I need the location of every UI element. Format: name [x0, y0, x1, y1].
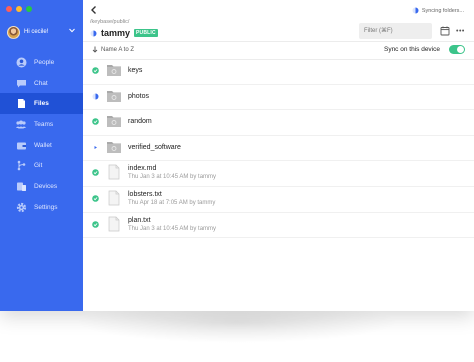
file-meta: Thu Jan 3 at 10:45 AM by tammy: [128, 225, 217, 232]
sync-toggle[interactable]: [449, 45, 465, 54]
sidebar-item-label: Git: [34, 162, 43, 170]
syncing-status-icon: [90, 30, 97, 36]
back-arrow-icon[interactable]: [89, 5, 99, 15]
breadcrumb-keybase[interactable]: /keybase: [90, 19, 112, 25]
files-icon: [15, 98, 27, 110]
app-window: Hi cecile! People Chat Files Teams Walle…: [0, 0, 474, 311]
sort-button[interactable]: Name A to Z: [92, 46, 134, 53]
page-title: tammy: [101, 28, 131, 38]
file-name: index.md: [128, 165, 157, 173]
git-icon: [15, 160, 27, 172]
list-item[interactable]: verified_software: [83, 136, 474, 162]
syncing-icon: [92, 93, 99, 100]
breadcrumb: /keybase/public/: [90, 19, 129, 25]
list-item[interactable]: keys: [83, 59, 474, 85]
document-icon: [108, 165, 120, 180]
sidebar-item-wallet[interactable]: Wallet: [0, 135, 83, 156]
breadcrumb-public[interactable]: /public: [112, 19, 128, 25]
folder-icon: [107, 116, 121, 128]
synced-check-icon: [92, 220, 99, 228]
sidebar-item-label: People: [34, 58, 55, 66]
synced-check-icon: [92, 118, 99, 125]
sidebar-item-chat[interactable]: Chat: [0, 73, 83, 94]
window-controls: [6, 6, 32, 12]
sidebar-item-label: Teams: [34, 120, 54, 128]
people-icon: [15, 56, 27, 68]
list-item[interactable]: plan.txt Thu Jan 3 at 10:45 AM by tammy: [83, 213, 474, 239]
files-main: Syncing folders... /keybase/public/ tamm…: [83, 0, 474, 311]
sidebar-item-label: Wallet: [34, 141, 52, 149]
account-switcher[interactable]: Hi cecile!: [0, 21, 83, 43]
sidebar-item-label: Settings: [34, 203, 58, 211]
document-icon: [108, 216, 120, 231]
zoom-window-button[interactable]: [26, 6, 32, 12]
sidebar-nav: People Chat Files Teams Wallet Git Devic…: [0, 52, 83, 218]
file-name: lobsters.txt: [128, 190, 162, 198]
avatar: [7, 25, 20, 39]
folder-icon: [107, 65, 121, 76]
sync-status: Syncing folders...: [412, 7, 464, 14]
teams-icon: [15, 118, 27, 130]
arrow-down-icon: [92, 46, 98, 53]
synced-check-icon: [92, 169, 99, 177]
chevron-down-icon: [69, 28, 75, 33]
file-meta: Thu Apr 18 at 7:05 AM by tammy: [128, 199, 216, 206]
list-item[interactable]: photos: [83, 85, 474, 111]
chat-icon: [15, 77, 27, 89]
calendar-icon[interactable]: [440, 26, 450, 36]
wallet-icon: [15, 139, 27, 151]
breadcrumb-separator: /: [127, 19, 130, 25]
syncing-spinner-icon: [412, 7, 419, 14]
document-icon: [108, 190, 120, 206]
sidebar-item-files[interactable]: Files: [0, 93, 83, 115]
list-item[interactable]: lobsters.txt Thu Apr 18 at 7:05 AM by ta…: [83, 187, 474, 213]
sort-label: Name A to Z: [101, 46, 135, 53]
list-toolbar: Name A to Z Sync on this device: [83, 41, 474, 60]
sidebar-item-label: Chat: [34, 79, 48, 87]
sidebar-item-label: Devices: [34, 182, 58, 190]
sidebar-item-teams[interactable]: Teams: [0, 114, 83, 135]
list-item[interactable]: index.md Thu Jan 3 at 10:45 AM by tammy: [83, 161, 474, 187]
folder-icon: [107, 90, 121, 102]
list-item[interactable]: random: [83, 110, 474, 136]
sync-status-text: Syncing folders...: [421, 7, 464, 14]
file-name: verified_software: [128, 143, 181, 151]
minimize-window-button[interactable]: [16, 6, 22, 12]
folder-icon: [107, 141, 121, 153]
more-options-icon[interactable]: •••: [456, 28, 465, 35]
file-name: plan.txt: [128, 216, 151, 224]
sidebar-item-people[interactable]: People: [0, 52, 83, 73]
file-name: photos: [128, 92, 150, 100]
sidebar-item-label: Files: [34, 100, 49, 108]
close-window-button[interactable]: [6, 6, 12, 12]
sync-device-label: Sync on this device: [383, 46, 440, 53]
file-name: random: [128, 118, 152, 126]
sidebar: Hi cecile! People Chat Files Teams Walle…: [0, 0, 83, 311]
synced-check-icon: [92, 195, 99, 202]
synced-check-icon: [92, 67, 99, 74]
user-greeting: Hi cecile!: [24, 29, 49, 35]
folder-title-row: tammy PUBLIC: [90, 28, 158, 38]
filter-input[interactable]: [359, 23, 432, 39]
public-badge: PUBLIC: [134, 29, 158, 37]
toggle-knob: [457, 46, 464, 53]
sidebar-item-git[interactable]: Git: [0, 155, 83, 176]
file-name: keys: [128, 67, 143, 74]
sidebar-item-devices[interactable]: Devices: [0, 176, 83, 197]
devices-icon: [15, 180, 27, 192]
sidebar-item-settings[interactable]: Settings: [0, 197, 83, 218]
gear-icon: [15, 201, 27, 213]
file-meta: Thu Jan 3 at 10:45 AM by tammy: [128, 174, 217, 181]
file-list: keys photos random verified_software ind…: [83, 59, 474, 239]
pending-sync-icon: [94, 145, 97, 149]
